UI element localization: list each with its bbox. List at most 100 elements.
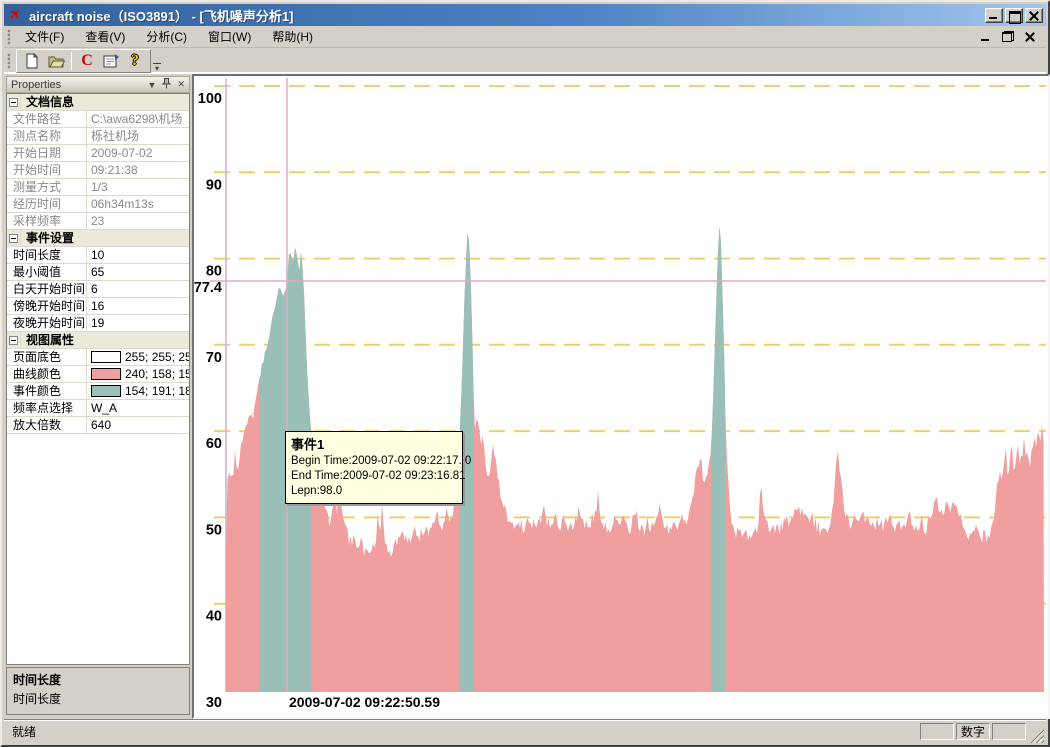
property-row[interactable]: 事件颜色154; 191; 184 (7, 383, 189, 400)
menu-item-window[interactable]: 窗口(W) (199, 25, 260, 48)
property-label: 开始日期 (7, 145, 87, 161)
property-value[interactable]: 19 (87, 315, 189, 331)
child-minimize-icon[interactable] (980, 31, 992, 42)
event-tooltip-title: 事件1 (291, 434, 457, 453)
property-row[interactable]: 采样频率23 (7, 213, 189, 230)
property-description-text: 时间长度 (13, 690, 183, 707)
property-value[interactable]: 240; 158; 158 (87, 366, 189, 382)
property-row[interactable]: 夜晚开始时间19 (7, 315, 189, 332)
property-label: 夜晚开始时间 (7, 315, 87, 331)
menu-item-view[interactable]: 查看(V) (76, 25, 134, 48)
close-button[interactable] (1025, 8, 1043, 23)
property-row[interactable]: 最小阈值65 (7, 264, 189, 281)
open-file-button[interactable] (45, 51, 67, 71)
properties-button[interactable] (100, 51, 122, 71)
property-label: 采样频率 (7, 213, 87, 229)
property-row[interactable]: 页面底色255; 255; 255 (7, 349, 189, 366)
menu-item-file[interactable]: 文件(F) (16, 25, 73, 48)
event-region-2 (459, 78, 474, 692)
property-row[interactable]: 测量方式1/3 (7, 179, 189, 196)
property-row[interactable]: 放大倍数640 (7, 417, 189, 434)
property-label: 测量方式 (7, 179, 87, 195)
panel-menu-chevron-icon[interactable]: ▼ (148, 80, 157, 90)
property-label: 页面底色 (7, 349, 87, 365)
properties-icon (103, 53, 120, 69)
toolbar-button-group: C ? (16, 49, 151, 73)
toolbar-overflow-chevron-icon[interactable]: ▾ (153, 63, 161, 73)
property-value[interactable]: 16 (87, 298, 189, 314)
y-tick-label: 90 (206, 177, 222, 193)
property-row[interactable]: 经历时间06h34m13s (7, 196, 189, 213)
property-label: 测点名称 (7, 128, 87, 144)
property-value[interactable]: 6 (87, 281, 189, 297)
property-value[interactable]: 154; 191; 184 (87, 383, 189, 399)
menu-item-analysis[interactable]: 分析(C) (137, 25, 196, 48)
property-description-box: 时间长度 时间长度 (6, 667, 190, 715)
title-bar[interactable]: ✈ aircraft noise（ISO3891） - [飞机噪声分析1] (4, 4, 1046, 26)
property-value[interactable]: 640 (87, 417, 189, 433)
noise-level-plot[interactable]: 100908077.470605040302009-07-02 09:22:50… (194, 76, 1048, 717)
property-value[interactable]: W_A (87, 400, 189, 416)
child-close-icon[interactable] (1024, 31, 1036, 42)
maximize-button[interactable] (1005, 8, 1023, 23)
status-bar: 就绪 数字 (4, 719, 1046, 743)
status-num-indicator: 数字 (956, 723, 990, 740)
color-swatch[interactable] (91, 351, 121, 363)
property-value: 栎社机场 (87, 128, 189, 144)
property-row[interactable]: 白天开始时间6 (7, 281, 189, 298)
event-region-3 (711, 78, 725, 692)
property-section-1[interactable]: 事件设置 (7, 230, 189, 247)
property-row[interactable]: 文件路径C:\awa6298\机场 (7, 111, 189, 128)
property-value: C:\awa6298\机场 (87, 111, 189, 127)
collapse-icon[interactable] (9, 98, 18, 107)
resize-grip[interactable] (1030, 729, 1044, 743)
mdi-child-controls (980, 31, 1046, 42)
event-end-time: End Time:2009-07-02 09:23:16.81 (291, 469, 457, 484)
collapse-icon[interactable] (9, 336, 18, 345)
properties-panel-header[interactable]: Properties ▼ ✕ (6, 76, 190, 93)
new-document-icon (24, 53, 40, 69)
y-tick-label: 30 (206, 695, 222, 711)
property-label: 最小阈值 (7, 264, 87, 280)
property-row[interactable]: 时间长度10 (7, 247, 189, 264)
open-folder-icon (48, 53, 65, 69)
child-restore-icon[interactable] (1002, 31, 1014, 42)
menu-grip-handle[interactable] (7, 29, 11, 45)
properties-panel: Properties ▼ ✕ 文档信息文件路径C:\awa6298\机场测点名称… (6, 76, 190, 717)
property-value[interactable]: 65 (87, 264, 189, 280)
property-label: 文件路径 (7, 111, 87, 127)
property-row[interactable]: 开始时间09:21:38 (7, 162, 189, 179)
event-region-1 (259, 78, 311, 692)
new-document-button[interactable] (21, 51, 43, 71)
property-grid: 文档信息文件路径C:\awa6298\机场测点名称栎社机场开始日期2009-07… (6, 93, 190, 665)
property-row[interactable]: 测点名称栎社机场 (7, 128, 189, 145)
help-button[interactable]: ? (124, 51, 146, 71)
property-section-0[interactable]: 文档信息 (7, 94, 189, 111)
property-row[interactable]: 开始日期2009-07-02 (7, 145, 189, 162)
property-value[interactable]: 10 (87, 247, 189, 263)
collapse-icon[interactable] (9, 234, 18, 243)
property-row[interactable]: 曲线颜色240; 158; 158 (7, 366, 189, 383)
color-swatch[interactable] (91, 368, 121, 380)
panel-pin-icon[interactable] (162, 78, 171, 91)
y-tick-label: 40 (206, 609, 222, 625)
minimize-button[interactable] (985, 8, 1003, 23)
app-window: ✈ aircraft noise（ISO3891） - [飞机噪声分析1] 文件… (0, 0, 1050, 747)
status-cell-empty-2 (992, 723, 1026, 740)
menu-item-help[interactable]: 帮助(H) (263, 25, 322, 48)
property-row[interactable]: 傍晚开始时间16 (7, 298, 189, 315)
property-label: 曲线颜色 (7, 366, 87, 382)
property-label: 事件颜色 (7, 383, 87, 399)
properties-panel-title: Properties (11, 79, 142, 91)
property-value[interactable]: 255; 255; 255 (87, 349, 189, 365)
toolbar-grip-handle[interactable] (7, 53, 11, 69)
color-swatch[interactable] (91, 385, 121, 397)
property-row[interactable]: 频率点选择W_A (7, 400, 189, 417)
cursor-time-label: 2009-07-02 09:22:50.59 (289, 694, 440, 710)
toolbar-separator (71, 52, 72, 70)
panel-close-icon[interactable]: ✕ (177, 79, 185, 90)
property-section-2[interactable]: 视图属性 (7, 332, 189, 349)
event-tooltip: 事件1 Begin Time:2009-07-02 09:22:17. 0 En… (285, 431, 463, 504)
property-label: 时间长度 (7, 247, 87, 263)
c-weighting-button[interactable]: C (76, 51, 98, 71)
